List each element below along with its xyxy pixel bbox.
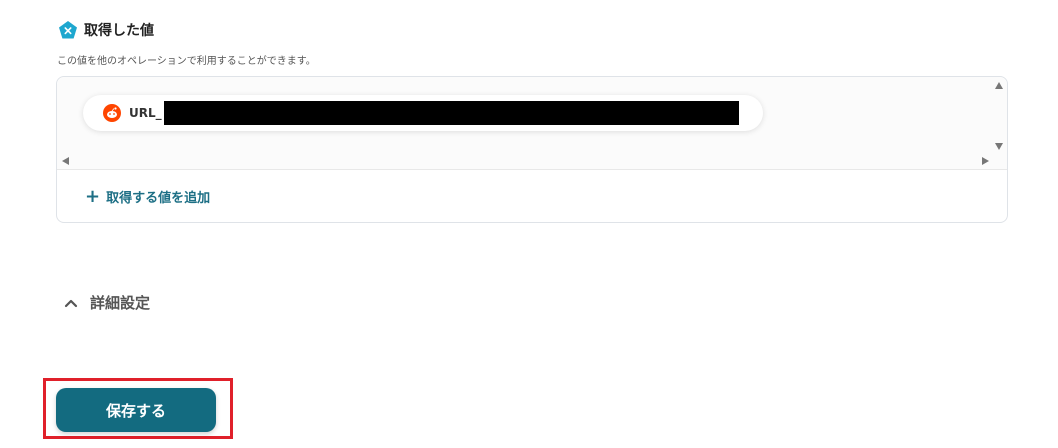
scroll-left-icon[interactable] — [62, 157, 69, 165]
advanced-settings-toggle[interactable]: 詳細設定 — [64, 292, 150, 313]
section-header: 取得した値 — [58, 20, 154, 40]
values-scroll-area[interactable]: URL_ — [57, 77, 1007, 170]
scroll-right-icon[interactable] — [982, 157, 989, 165]
section-description: この値を他のオペレーションで利用することができます。 — [57, 56, 316, 67]
scroll-up-icon[interactable] — [995, 82, 1003, 89]
redacted-value — [163, 101, 739, 125]
value-label: URL_ — [129, 106, 162, 120]
value-chip[interactable]: URL_ — [83, 95, 763, 131]
section-title: 取得した値 — [84, 23, 154, 39]
values-box: URL_ + 取得する値を追加 — [56, 76, 1008, 223]
plus-icon: + — [85, 185, 101, 207]
scroll-down-icon[interactable] — [995, 143, 1003, 150]
save-button[interactable]: 保存する — [56, 388, 216, 432]
advanced-settings-label: 詳細設定 — [90, 294, 151, 312]
pentagon-x-icon — [59, 21, 77, 39]
reddit-icon — [103, 104, 121, 122]
add-value-button[interactable]: + 取得する値を追加 — [85, 187, 210, 206]
add-value-label: 取得する値を追加 — [106, 191, 211, 206]
page: 取得した値 この値を他のオペレーションで利用することができます。 URL_ + … — [0, 0, 1058, 448]
chevron-up-icon — [64, 299, 78, 307]
